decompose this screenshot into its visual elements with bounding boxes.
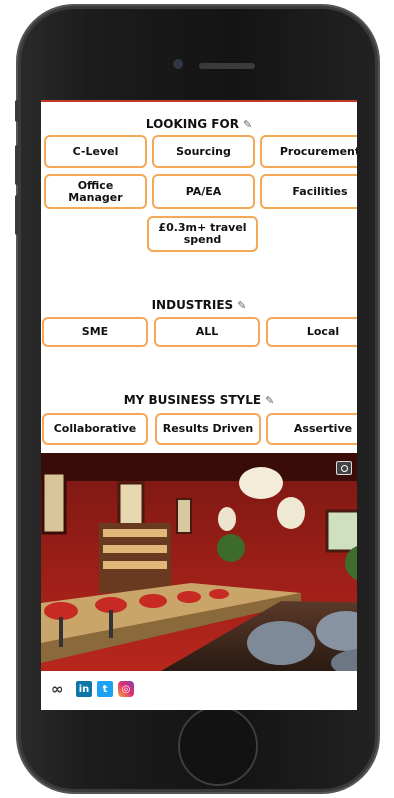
- social-links: ∞ in t ◎: [51, 680, 134, 698]
- looking-for-title: LOOKING FOR: [145, 117, 239, 131]
- pencil-icon[interactable]: ✎: [265, 394, 274, 407]
- tag-all[interactable]: ALL: [154, 317, 260, 347]
- tag-sme[interactable]: SME: [42, 317, 148, 347]
- tag-assertive[interactable]: Assertive: [266, 413, 357, 445]
- pencil-icon[interactable]: ✎: [243, 118, 252, 131]
- speaker-grille: [199, 63, 255, 69]
- industries-heading: INDUSTRIES ✎: [41, 298, 357, 312]
- twitter-icon[interactable]: t: [97, 681, 113, 697]
- tag-pa-ea[interactable]: PA/EA: [152, 174, 255, 209]
- front-camera: [173, 59, 183, 69]
- app-screen: LOOKING FOR ✎ C-Level Sourcing Procuremen…: [41, 100, 357, 710]
- looking-for-heading: LOOKING FOR ✎: [41, 117, 357, 131]
- home-button[interactable]: [178, 706, 258, 786]
- business-style-title: MY BUSINESS STYLE: [123, 393, 262, 407]
- tag-office-manager[interactable]: Office Manager: [44, 174, 147, 209]
- tag-collaborative[interactable]: Collaborative: [42, 413, 148, 445]
- instagram-icon[interactable]: ◎: [118, 681, 134, 697]
- tag-facilities[interactable]: Facilities: [260, 174, 357, 209]
- tag-local[interactable]: Local: [266, 317, 357, 347]
- business-style-heading: MY BUSINESS STYLE ✎: [41, 393, 357, 407]
- volume-up-button[interactable]: [15, 145, 19, 185]
- top-accent-line: [41, 100, 357, 102]
- linkedin-icon[interactable]: in: [76, 681, 92, 697]
- tag-procurement[interactable]: Procurement: [260, 135, 357, 168]
- tag-results-driven[interactable]: Results Driven: [155, 413, 261, 445]
- mute-switch[interactable]: [15, 100, 19, 122]
- camera-icon[interactable]: [336, 461, 352, 475]
- pencil-icon[interactable]: ✎: [237, 299, 246, 312]
- volume-down-button[interactable]: [15, 195, 19, 235]
- industries-title: INDUSTRIES: [151, 298, 234, 312]
- restaurant-interior-image: [41, 453, 357, 671]
- tag-travel-spend[interactable]: £0.3m+ travel spend: [147, 216, 258, 252]
- tag-sourcing[interactable]: Sourcing: [152, 135, 255, 168]
- venue-photo[interactable]: [41, 453, 357, 671]
- tag-c-level[interactable]: C-Level: [44, 135, 147, 168]
- link-icon[interactable]: ∞: [51, 680, 71, 698]
